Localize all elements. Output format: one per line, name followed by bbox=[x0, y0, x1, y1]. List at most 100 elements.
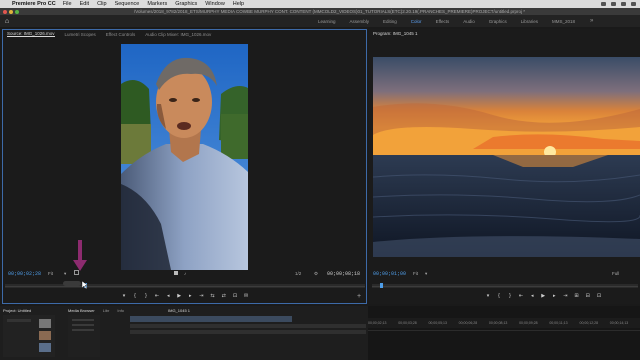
export-frame-icon[interactable]: ⊡ bbox=[233, 293, 237, 299]
workspace-tab-audio[interactable]: Audio bbox=[463, 19, 475, 24]
source-video-frame[interactable] bbox=[121, 44, 248, 270]
status-icon[interactable] bbox=[631, 2, 636, 6]
tab-program[interactable]: Program: IMG_1045 1 bbox=[373, 31, 418, 36]
tab-project[interactable]: Project: Untitled bbox=[3, 308, 31, 313]
source-timecode[interactable]: 00;00;02;28 bbox=[8, 271, 41, 277]
mark-out-icon[interactable]: } bbox=[508, 293, 512, 299]
lift-icon[interactable]: ⊞ bbox=[574, 293, 578, 299]
home-icon[interactable]: ⌂ bbox=[0, 18, 14, 25]
workspace-tab-editing[interactable]: Editing bbox=[383, 19, 397, 24]
media-thumbnail[interactable] bbox=[39, 343, 51, 352]
tab-audio-clip-mixer[interactable]: Audio Clip Mixer: IMG_1026.mov bbox=[145, 32, 211, 37]
add-marker-icon[interactable]: ▾ bbox=[122, 293, 126, 299]
project-path: /Volumes/2018_9782/2018_ETS/MURPHY MEDIA… bbox=[133, 9, 526, 14]
ruler-label: 00;00;08;13 bbox=[488, 321, 508, 325]
drag-video-icon[interactable] bbox=[174, 271, 178, 275]
tab-media-browser[interactable]: Media Browser bbox=[68, 308, 95, 313]
status-icon[interactable] bbox=[621, 2, 626, 6]
menu-markers[interactable]: Markers bbox=[147, 1, 167, 7]
settings-wrench-icon[interactable]: ⚙ bbox=[314, 271, 318, 277]
browser-panel-tabs: Media Browser Libr Info bbox=[68, 308, 124, 313]
workspace-tab-effects[interactable]: Effects bbox=[436, 19, 450, 24]
tab-lumetri-scopes[interactable]: Lumetri Scopes bbox=[65, 32, 96, 37]
status-icon[interactable] bbox=[611, 2, 616, 6]
list-item[interactable] bbox=[72, 329, 94, 331]
tab-info[interactable]: Info bbox=[117, 308, 124, 313]
program-playhead[interactable] bbox=[379, 283, 383, 288]
go-to-in-icon[interactable]: ⇤ bbox=[519, 293, 523, 299]
list-item[interactable] bbox=[72, 324, 94, 326]
timeline-ruler[interactable]: 00;00;02;13 00;00;03;28 00;00;05;13 00;0… bbox=[368, 318, 640, 328]
list-item[interactable] bbox=[72, 319, 94, 321]
step-forward-icon[interactable]: ▸ bbox=[188, 293, 192, 299]
program-panel-tabs: Program: IMG_1045 1 bbox=[369, 29, 640, 37]
ruler-label: 00;00;02;13 bbox=[368, 321, 387, 325]
ruler-label: 00;00;14;13 bbox=[609, 321, 629, 325]
tab-sequence[interactable]: IMG_1045 1 bbox=[168, 308, 190, 313]
program-timecode[interactable]: 00;00;01;00 bbox=[373, 271, 406, 277]
status-icon[interactable] bbox=[601, 2, 606, 6]
extract-icon[interactable]: ⊟ bbox=[586, 293, 590, 299]
workspace-tab-learning[interactable]: Learning bbox=[318, 19, 336, 24]
tab-effect-controls[interactable]: Effect Controls bbox=[106, 32, 135, 37]
menu-sequence[interactable]: Sequence bbox=[115, 1, 140, 7]
project-item[interactable] bbox=[7, 319, 31, 322]
menu-graphics[interactable]: Graphics bbox=[175, 1, 197, 7]
minimize-window-button[interactable] bbox=[9, 9, 13, 14]
program-time-ruler[interactable] bbox=[372, 284, 638, 288]
drag-audio-icon[interactable]: ♪ bbox=[184, 271, 186, 276]
source-zoom-dropdown[interactable]: 1/2 bbox=[295, 271, 301, 276]
workspace-tab-custom[interactable]: MMS_2018 bbox=[552, 19, 575, 24]
mouse-cursor-icon bbox=[82, 281, 88, 289]
close-window-button[interactable] bbox=[3, 9, 7, 14]
menu-window[interactable]: Window bbox=[205, 1, 225, 7]
workspace-tab-libraries[interactable]: Libraries bbox=[521, 19, 538, 24]
program-fit-dropdown[interactable]: Fit bbox=[413, 271, 418, 276]
mark-in-icon[interactable]: { bbox=[497, 293, 501, 299]
add-button-icon[interactable]: + bbox=[357, 293, 361, 300]
program-video-image bbox=[373, 57, 640, 257]
camera-icon[interactable]: ✉ bbox=[244, 293, 248, 299]
chevron-down-icon[interactable]: ▾ bbox=[64, 271, 66, 277]
timeline-track[interactable] bbox=[130, 330, 366, 334]
step-forward-icon[interactable]: ▸ bbox=[552, 293, 556, 299]
media-thumbnail[interactable] bbox=[39, 319, 51, 328]
menu-clip[interactable]: Clip bbox=[97, 1, 106, 7]
ruler-label: 00;00;12;28 bbox=[579, 321, 599, 325]
source-time-ruler[interactable] bbox=[5, 284, 365, 288]
mark-out-icon[interactable]: } bbox=[144, 293, 148, 299]
source-fit-dropdown[interactable]: Fit bbox=[48, 271, 53, 276]
timeline-clip[interactable] bbox=[130, 316, 292, 322]
insert-button-icon[interactable]: ⇆ bbox=[210, 293, 214, 299]
tab-libraries[interactable]: Libr bbox=[103, 308, 110, 313]
step-back-icon[interactable]: ◂ bbox=[166, 293, 170, 299]
mark-in-icon[interactable]: { bbox=[133, 293, 137, 299]
window-controls bbox=[0, 9, 19, 14]
go-to-out-icon[interactable]: ⇥ bbox=[563, 293, 567, 299]
step-back-icon[interactable]: ◂ bbox=[530, 293, 534, 299]
workspace-tab-assembly[interactable]: Assembly bbox=[350, 19, 370, 24]
app-name-menu[interactable]: Premiere Pro CC bbox=[12, 1, 56, 7]
export-frame-icon[interactable]: ⊡ bbox=[597, 293, 601, 299]
play-icon[interactable]: ▶ bbox=[177, 293, 181, 299]
go-to-in-icon[interactable]: ⇤ bbox=[155, 293, 159, 299]
workspace-tab-color[interactable]: Color bbox=[411, 19, 422, 24]
add-marker-icon[interactable]: ▾ bbox=[486, 293, 490, 299]
workspace-tab-graphics[interactable]: Graphics bbox=[489, 19, 507, 24]
overwrite-button-icon[interactable]: ⇄ bbox=[222, 293, 226, 299]
menu-file[interactable]: File bbox=[63, 1, 72, 7]
play-icon[interactable]: ▶ bbox=[541, 293, 545, 299]
program-zoom-dropdown[interactable]: Full bbox=[612, 271, 619, 276]
media-thumbnail[interactable] bbox=[39, 331, 51, 340]
in-out-range-bar[interactable] bbox=[63, 281, 81, 286]
more-workspaces-icon[interactable]: » bbox=[590, 18, 593, 24]
menu-help[interactable]: Help bbox=[233, 1, 244, 7]
tab-source[interactable]: Source: IMG_1026.mov bbox=[7, 31, 55, 37]
program-video-frame[interactable] bbox=[373, 57, 640, 257]
menu-edit[interactable]: Edit bbox=[80, 1, 89, 7]
chevron-down-icon[interactable]: ▾ bbox=[425, 271, 427, 277]
ruler-label: 00;00;06;28 bbox=[458, 321, 478, 325]
workspace-bar: ⌂ Learning Assembly Editing Color Effect… bbox=[0, 15, 640, 27]
timeline-track[interactable] bbox=[130, 324, 366, 328]
go-to-out-icon[interactable]: ⇥ bbox=[199, 293, 203, 299]
